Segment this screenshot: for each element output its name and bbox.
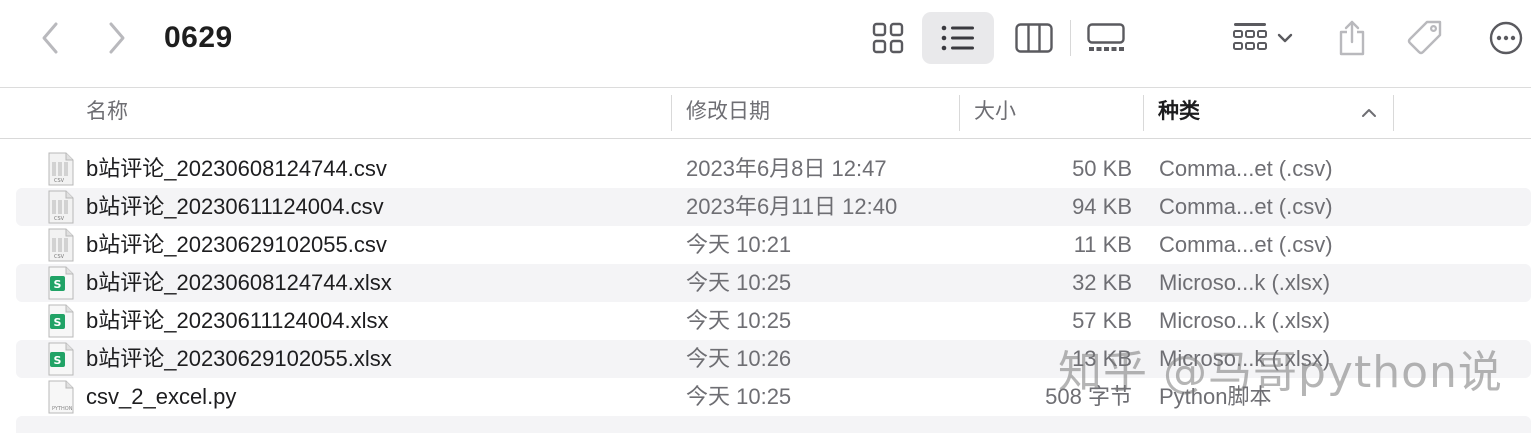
file-kind: Microso...k (.xlsx) (1159, 270, 1331, 295)
csv-file-icon: CSV (48, 152, 74, 186)
list-view-button[interactable] (922, 12, 994, 64)
share-icon (1339, 20, 1365, 56)
file-size: 94 KB (1072, 194, 1132, 219)
file-name: b站评论_20230608124744.xlsx (86, 270, 392, 295)
file-row[interactable]: CSV b站评论_20230611124004.csv 2023年6月11日 1… (16, 188, 1531, 226)
file-date: 2023年6月8日 12:47 (686, 156, 887, 181)
file-row[interactable]: CSV b站评论_20230629102055.csv 今天 10:21 11 … (16, 226, 1531, 264)
group-by-button[interactable] (1222, 12, 1302, 64)
file-size: 11 KB (1073, 232, 1132, 257)
file-name: b站评论_20230611124004.csv (86, 194, 384, 219)
toolbar: 0629 (0, 0, 1531, 88)
chevron-up-icon[interactable] (1358, 102, 1380, 124)
window-title: 0629 (164, 21, 233, 54)
grid-view-icon (872, 22, 904, 54)
forward-button[interactable] (97, 18, 137, 58)
csv-file-icon: CSV (48, 190, 74, 224)
list-view-icon (941, 25, 974, 51)
xlsx-file-icon: S (48, 342, 74, 376)
file-kind: Microso...k (.xlsx) (1159, 346, 1331, 371)
file-row[interactable]: S b站评论_20230629102055.xlsx 今天 10:26 13 K… (16, 340, 1531, 378)
column-divider[interactable] (1393, 95, 1394, 131)
file-size: 13 KB (1072, 346, 1132, 371)
xlsx-file-icon: S (48, 304, 74, 338)
back-button[interactable] (30, 18, 70, 58)
column-divider[interactable] (671, 95, 672, 131)
file-row[interactable]: PYTHON csv_2_excel.py 今天 10:25 508 字节 Py… (16, 378, 1531, 416)
column-size-header[interactable]: 大小 (974, 89, 1016, 139)
file-kind: Microso...k (.xlsx) (1159, 308, 1331, 333)
svg-text:CSV: CSV (54, 254, 65, 260)
svg-text:CSV: CSV (54, 178, 65, 184)
file-size: 57 KB (1072, 308, 1132, 333)
file-kind: Comma...et (.csv) (1159, 194, 1333, 219)
svg-text:S: S (54, 354, 62, 367)
column-kind-header[interactable]: 种类 (1158, 89, 1200, 139)
tag-icon (1407, 20, 1442, 55)
grid-view-button[interactable] (862, 12, 914, 64)
tag-button[interactable] (1400, 12, 1450, 64)
file-name: b站评论_20230608124744.csv (86, 156, 387, 181)
column-header: 名称 修改日期 大小 种类 (0, 89, 1531, 139)
file-date: 今天 10:25 (686, 308, 792, 333)
xlsx-file-icon: S (48, 266, 74, 300)
file-date: 今天 10:21 (686, 232, 792, 257)
chevron-left-icon (42, 22, 58, 54)
empty-row (16, 416, 1531, 433)
column-divider[interactable] (1143, 95, 1144, 131)
share-button[interactable] (1330, 12, 1374, 64)
file-name: b站评论_20230611124004.xlsx (86, 308, 389, 333)
python-file-icon: PYTHON (48, 380, 74, 414)
file-size: 508 字节 (1045, 384, 1132, 409)
svg-text:S: S (54, 316, 62, 329)
group-by-icon (1233, 23, 1267, 50)
file-kind: Python脚本 (1159, 384, 1272, 409)
svg-text:CSV: CSV (54, 216, 65, 222)
file-row[interactable]: S b站评论_20230608124744.xlsx 今天 10:25 32 K… (16, 264, 1531, 302)
column-divider[interactable] (959, 95, 960, 131)
file-date: 2023年6月11日 12:40 (686, 194, 898, 219)
file-size: 32 KB (1072, 270, 1132, 295)
file-kind: Comma...et (.csv) (1159, 156, 1333, 181)
gallery-view-icon (1087, 23, 1125, 51)
file-row[interactable]: S b站评论_20230611124004.xlsx 今天 10:25 57 K… (16, 302, 1531, 340)
svg-text:S: S (54, 278, 62, 291)
column-name-header[interactable]: 名称 (86, 89, 128, 139)
file-row[interactable]: CSV b站评论_20230608124744.csv 2023年6月8日 12… (16, 150, 1531, 188)
more-icon (1489, 21, 1523, 55)
gallery-view-button[interactable] (1080, 12, 1132, 64)
file-name: b站评论_20230629102055.xlsx (86, 346, 392, 371)
column-view-icon (1015, 23, 1053, 53)
file-date: 今天 10:25 (686, 384, 792, 409)
file-date: 今天 10:26 (686, 346, 792, 371)
file-date: 今天 10:25 (686, 270, 792, 295)
column-date-header[interactable]: 修改日期 (686, 89, 770, 139)
column-view-button[interactable] (1008, 12, 1060, 64)
csv-file-icon: CSV (48, 228, 74, 262)
file-size: 50 KB (1072, 156, 1132, 181)
chevron-down-icon (1277, 33, 1293, 43)
chevron-right-icon (109, 22, 125, 54)
svg-text:PYTHON: PYTHON (52, 406, 73, 412)
more-button[interactable] (1484, 12, 1528, 64)
file-name: b站评论_20230629102055.csv (86, 232, 387, 257)
file-kind: Comma...et (.csv) (1159, 232, 1333, 257)
file-name: csv_2_excel.py (86, 384, 237, 409)
toolbar-divider (1070, 20, 1071, 56)
